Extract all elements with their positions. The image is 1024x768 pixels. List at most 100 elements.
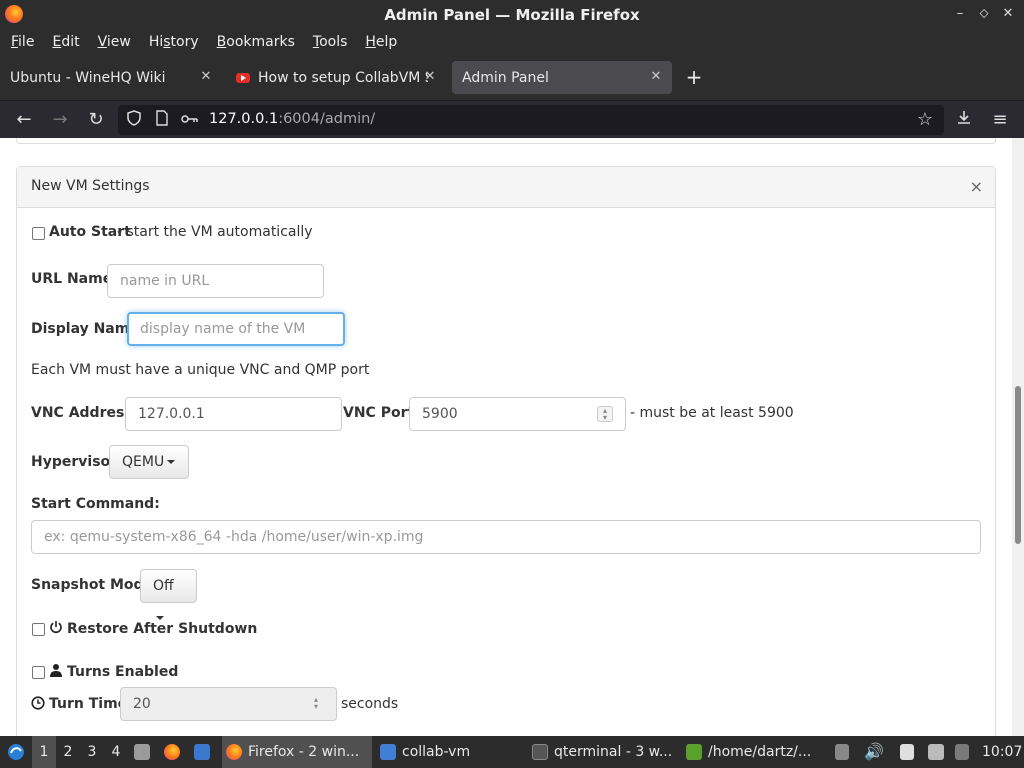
hypervisor-value: QEMU [122,454,165,470]
restore-after-shutdown-checkbox[interactable] [32,623,45,636]
reload-icon[interactable]: ↻ [85,109,107,131]
vnc-port-input[interactable]: 5900 ▴ ▾ [409,397,626,431]
clock-icon [31,696,45,713]
user-icon [49,663,63,680]
tab-admin-panel[interactable]: Admin Panel ✕ [452,61,672,94]
file-manager-launcher-icon[interactable] [134,736,150,768]
close-tab-icon[interactable]: ✕ [198,69,214,85]
hypervisor-dropdown[interactable]: QEMU [109,445,189,479]
menu-bookmarks[interactable]: Bookmarks [212,34,300,50]
shield-icon[interactable] [124,110,144,130]
page-icon[interactable] [152,110,172,130]
snapshot-mode-value: Off [153,578,174,594]
volume-icon[interactable]: 🔊 [864,736,884,768]
menu-help[interactable]: Help [360,34,402,50]
close-tab-icon[interactable]: ✕ [422,69,438,85]
turn-time-value: 20 [133,696,151,712]
clock[interactable]: 10:07 [982,736,1022,768]
menu-bar: File Edit View History Bookmarks Tools H… [0,29,1024,55]
vnc-port-value: 5900 [422,406,458,422]
caret-down-icon [167,460,176,464]
tray-trash-icon[interactable] [835,736,849,768]
port-note: Each VM must have a unique VNC and QMP p… [31,362,370,378]
bookmark-star-icon[interactable]: ☆ [914,109,936,131]
menu-file[interactable]: File [6,34,39,50]
workspace-1[interactable]: 1 [32,736,56,768]
forward-arrow-icon[interactable]: → [49,109,71,131]
network-icon[interactable] [955,736,969,768]
terminal-icon [532,744,548,760]
taskbar: 1 2 3 4 Firefox - 2 win... collab-vm qte… [0,736,1024,768]
menu-tools[interactable]: Tools [308,34,353,50]
archive-icon [686,744,702,760]
taskbar-app-qterminal[interactable]: qterminal - 3 w... [530,736,678,768]
firefox-launcher-icon[interactable] [164,736,180,768]
turns-enabled-checkbox[interactable] [32,666,45,679]
taskbar-app-firefox[interactable]: Firefox - 2 win... [222,736,372,768]
number-spinner-icon[interactable]: ▴ ▾ [308,696,324,712]
desktop-launcher-icon[interactable] [194,736,210,768]
workspace-4[interactable]: 4 [104,736,128,768]
snapshot-mode-dropdown[interactable]: Off [140,569,197,620]
close-window-button[interactable]: ✕ [1000,5,1016,23]
url-bar[interactable]: 127.0.0.1:6004/admin/ [118,105,944,135]
maximize-button[interactable]: ⬦ [976,5,992,23]
firefox-icon [226,744,242,760]
scrollbar-thumb[interactable] [1015,386,1021,544]
tab-strip: Ubuntu - WineHQ Wiki ✕ How to setup Coll… [0,55,1024,100]
url-text[interactable]: 127.0.0.1:6004/admin/ [209,111,375,127]
taskbar-app-collab-vm[interactable]: collab-vm [378,736,523,768]
tab-label: How to setup CollabVM S [258,69,428,86]
auto-start-description: - start the VM automatically [117,224,313,240]
tab-winehq[interactable]: Ubuntu - WineHQ Wiki ✕ [0,61,222,94]
display-name-input[interactable]: display name of the VM [127,312,345,346]
turn-time-input[interactable]: 20 ▴ ▾ [120,687,337,721]
workspace-2[interactable]: 2 [56,736,80,768]
page-content: New VM Settings × Auto Start - start the… [0,138,1012,736]
window-title: Admin Panel — Mozilla Firefox [384,6,640,24]
url-name-input[interactable]: name in URL [107,264,324,298]
hamburger-menu-icon[interactable]: ≡ [989,109,1011,131]
start-menu-icon[interactable] [4,736,28,768]
back-arrow-icon[interactable]: ← [13,109,35,131]
tab-youtube[interactable]: How to setup CollabVM S ✕ [226,61,446,94]
taskbar-app-label: qterminal - 3 w... [554,744,673,760]
turns-enabled-label: Turns Enabled [67,664,179,680]
turn-time-unit: seconds [341,696,399,712]
url-name-label: URL Name: [31,271,118,287]
new-tab-button[interactable]: + [683,67,705,89]
page-scrollbar[interactable] [1012,138,1024,736]
clipboard-icon[interactable] [900,736,914,768]
previous-panel-edge [16,138,996,144]
vnc-port-note: - must be at least 5900 [630,405,794,421]
navigation-toolbar: ← → ↻ 127.0.0.1:6004/admin/ ☆ ≡ [0,100,1024,138]
restore-after-shutdown-label: Restore After Shutdown [67,621,258,637]
taskbar-app-label: Firefox - 2 win... [248,744,360,760]
menu-edit[interactable]: Edit [47,34,84,50]
taskbar-app-label: collab-vm [402,744,471,760]
tab-label: Admin Panel [462,69,549,86]
caret-down-icon [156,616,164,620]
vnc-address-label: VNC Address: [31,405,139,421]
panel-heading: New VM Settings × [17,167,995,208]
vnc-address-input[interactable]: 127.0.0.1 [125,397,342,431]
key-icon[interactable] [180,110,200,130]
workspace-3[interactable]: 3 [80,736,104,768]
number-spinner-icon[interactable]: ▴ ▾ [597,406,613,422]
panel-title: New VM Settings [31,178,150,194]
window-titlebar: Admin Panel — Mozilla Firefox – ⬦ ✕ [0,0,1024,29]
youtube-icon [236,72,250,83]
auto-start-checkbox[interactable] [32,227,45,240]
close-tab-icon[interactable]: ✕ [648,69,664,85]
downloads-icon[interactable] [953,109,975,131]
menu-history[interactable]: History [144,34,204,50]
tab-label: Ubuntu - WineHQ Wiki [10,69,166,86]
taskbar-app-label: /home/dartz/... [708,744,812,760]
taskbar-app-archive[interactable]: /home/dartz/... [684,736,824,768]
power-icon [49,620,63,637]
menu-view[interactable]: View [93,34,136,50]
start-command-input[interactable]: ex: qemu-system-x86_64 -hda /home/user/w… [31,520,981,554]
panel-close-icon[interactable]: × [970,177,983,196]
display-icon[interactable] [928,736,944,768]
minimize-button[interactable]: – [952,5,968,23]
